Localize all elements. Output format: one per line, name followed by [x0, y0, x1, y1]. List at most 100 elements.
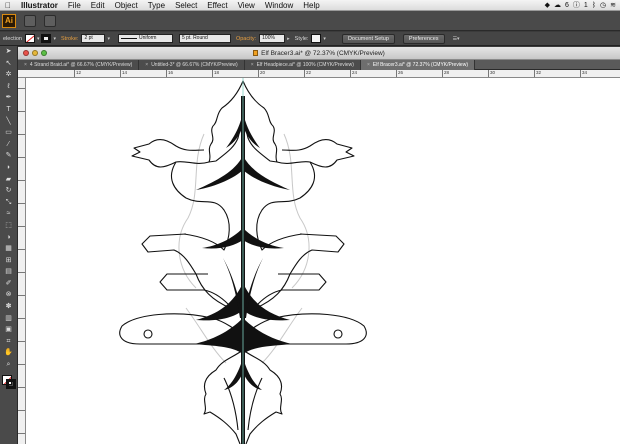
- tab-label: 4 Strand Braid.ai* @ 66.67% (CMYK/Previe…: [29, 62, 133, 68]
- ruler-tick: [18, 387, 25, 388]
- menu-status-area: ◆ ☁ 6 ⓘ 1 ᛒ ◷ ≋: [545, 0, 620, 10]
- bluetooth-icon[interactable]: ᛒ: [592, 2, 596, 9]
- stroke-swatch[interactable]: [41, 34, 52, 43]
- menu-view[interactable]: View: [233, 1, 260, 10]
- menu-select[interactable]: Select: [170, 1, 202, 10]
- free-transform-tool-icon[interactable]: ⬚: [2, 220, 15, 232]
- direct-selection-tool-icon[interactable]: ↖: [2, 58, 15, 70]
- fill-swatch[interactable]: [24, 34, 35, 43]
- cloud-icon[interactable]: ☁: [554, 1, 561, 9]
- ruler-tick-label: 30: [488, 70, 495, 77]
- opacity-field[interactable]: 100%: [259, 34, 286, 43]
- wifi-icon[interactable]: ≋: [610, 1, 616, 9]
- selection-tool-icon[interactable]: ➤: [2, 46, 15, 58]
- fill-stroke-indicator[interactable]: [1, 374, 16, 389]
- magic-wand-tool-icon[interactable]: ✲: [2, 69, 15, 81]
- brush-definition[interactable]: 5 pt. Round: [178, 34, 231, 43]
- style-dropdown-icon[interactable]: ▾: [321, 36, 328, 42]
- close-tab-icon[interactable]: ×: [145, 62, 148, 68]
- blend-tool-icon[interactable]: ⊗: [2, 289, 15, 301]
- badge-count: 6: [565, 1, 569, 9]
- artboard-canvas[interactable]: [26, 78, 620, 444]
- rotate-tool-icon[interactable]: ↻: [2, 185, 15, 197]
- ruler-tick: [18, 341, 25, 342]
- ruler-tick: [18, 157, 25, 158]
- lasso-tool-icon[interactable]: ℓ: [2, 81, 15, 93]
- arrange-documents-button[interactable]: [44, 14, 56, 27]
- rectangle-tool-icon[interactable]: ▭: [2, 127, 15, 139]
- perspective-grid-tool-icon[interactable]: ▦: [2, 243, 15, 255]
- selection-label: election: [3, 35, 22, 42]
- ruler-tick-label: 18: [212, 70, 219, 77]
- symbol-sprayer-tool-icon[interactable]: ✽: [2, 301, 15, 313]
- stroke-label[interactable]: Stroke:: [58, 36, 81, 42]
- artboard-tool-icon[interactable]: ▣: [2, 324, 15, 336]
- close-tab-icon[interactable]: ×: [24, 62, 27, 68]
- pen-tool-icon[interactable]: ✒: [2, 92, 15, 104]
- document-tabs: × 4 Strand Braid.ai* @ 66.67% (CMYK/Previ…: [18, 60, 620, 70]
- left-vine-band: [131, 138, 210, 168]
- eraser-tool-icon[interactable]: ▰: [2, 174, 15, 186]
- width-tool-icon[interactable]: ≈: [2, 208, 15, 220]
- menu-help[interactable]: Help: [298, 1, 324, 10]
- bridge-button[interactable]: [24, 14, 36, 27]
- menu-type[interactable]: Type: [143, 1, 170, 10]
- ruler-tick: [18, 410, 25, 411]
- tab-elf-bracer3[interactable]: × Elf Bracer3.ai* @ 72.37% (CMYK/Preview): [360, 60, 475, 70]
- hand-tool-icon[interactable]: ✋: [2, 347, 15, 359]
- opacity-label[interactable]: Opacity:: [233, 36, 259, 42]
- menu-edit[interactable]: Edit: [86, 1, 110, 10]
- type-tool-icon[interactable]: T: [2, 104, 15, 116]
- control-panel-menu-icon[interactable]: ☰▾: [451, 36, 462, 42]
- stroke-weight-field[interactable]: 2 pt: [81, 34, 106, 43]
- menu-window[interactable]: Window: [260, 1, 298, 10]
- close-tab-icon[interactable]: ×: [251, 62, 254, 68]
- menu-app-name[interactable]: Illustrator: [16, 1, 63, 10]
- pencil-tool-icon[interactable]: ✎: [2, 150, 15, 162]
- elf-bracer-artwork[interactable]: [26, 78, 620, 444]
- ruler-tick-label: 34: [580, 70, 587, 77]
- tab-untitled-3[interactable]: × Untitled-3* @ 66.67% (CMYK/Preview): [139, 60, 245, 70]
- left-lower-arm: [159, 273, 229, 305]
- info-icon[interactable]: ⓘ: [573, 0, 580, 10]
- menu-object[interactable]: Object: [110, 1, 143, 10]
- mesh-tool-icon[interactable]: ⊞: [2, 255, 15, 267]
- menu-bar:  Illustrator File Edit Object Type Sele…: [0, 0, 620, 11]
- menu-effect[interactable]: Effect: [202, 1, 232, 10]
- tab-elf-headpiece[interactable]: × Elf Headpiece.ai* @ 100% (CMYK/Preview): [244, 60, 361, 70]
- ruler-tick: [18, 203, 25, 204]
- slice-tool-icon[interactable]: ⌗: [2, 336, 15, 348]
- scale-tool-icon[interactable]: ⤡: [2, 197, 15, 209]
- line-segment-tool-icon[interactable]: ╲: [2, 116, 15, 128]
- menu-file[interactable]: File: [63, 1, 86, 10]
- stroke-color-icon[interactable]: [5, 378, 16, 389]
- ruler-tick-label: 28: [442, 70, 449, 77]
- ruler-tick: [18, 180, 25, 181]
- ruler-tick: [18, 364, 25, 365]
- blob-brush-tool-icon[interactable]: ◗: [2, 162, 15, 174]
- apple-menu-icon[interactable]: : [0, 1, 16, 10]
- preferences-button[interactable]: Preferences: [402, 33, 445, 44]
- gradient-tool-icon[interactable]: ▤: [2, 266, 15, 278]
- tab-4-strand-braid[interactable]: × 4 Strand Braid.ai* @ 66.67% (CMYK/Previ…: [18, 60, 140, 70]
- time-machine-icon[interactable]: ◷: [600, 1, 606, 9]
- right-upper-swoop: [256, 161, 315, 251]
- ruler-tick: [18, 226, 25, 227]
- close-tab-icon[interactable]: ×: [367, 62, 370, 68]
- eyedropper-tool-icon[interactable]: ✐: [2, 278, 15, 290]
- graphic-style-swatch[interactable]: [311, 34, 322, 43]
- variable-width-profile[interactable]: Uniform: [117, 34, 173, 43]
- paintbrush-tool-icon[interactable]: ⁄: [2, 139, 15, 151]
- column-graph-tool-icon[interactable]: ▥: [2, 313, 15, 325]
- shape-builder-tool-icon[interactable]: ◑: [2, 232, 15, 244]
- stroke-weight-dropdown-icon[interactable]: ▾: [105, 36, 112, 42]
- document-setup-button[interactable]: Document Setup: [341, 33, 395, 44]
- horizontal-ruler[interactable]: 12141618202224262830323436: [18, 70, 620, 78]
- zoom-tool-icon[interactable]: ⌕: [2, 359, 15, 371]
- style-label: Style:: [294, 35, 309, 42]
- dropbox-icon[interactable]: ◆: [545, 1, 550, 9]
- left-rivet: [143, 329, 153, 339]
- right-rivet: [333, 329, 343, 339]
- vertical-ruler[interactable]: [18, 78, 26, 444]
- ruler-tick: [18, 134, 25, 135]
